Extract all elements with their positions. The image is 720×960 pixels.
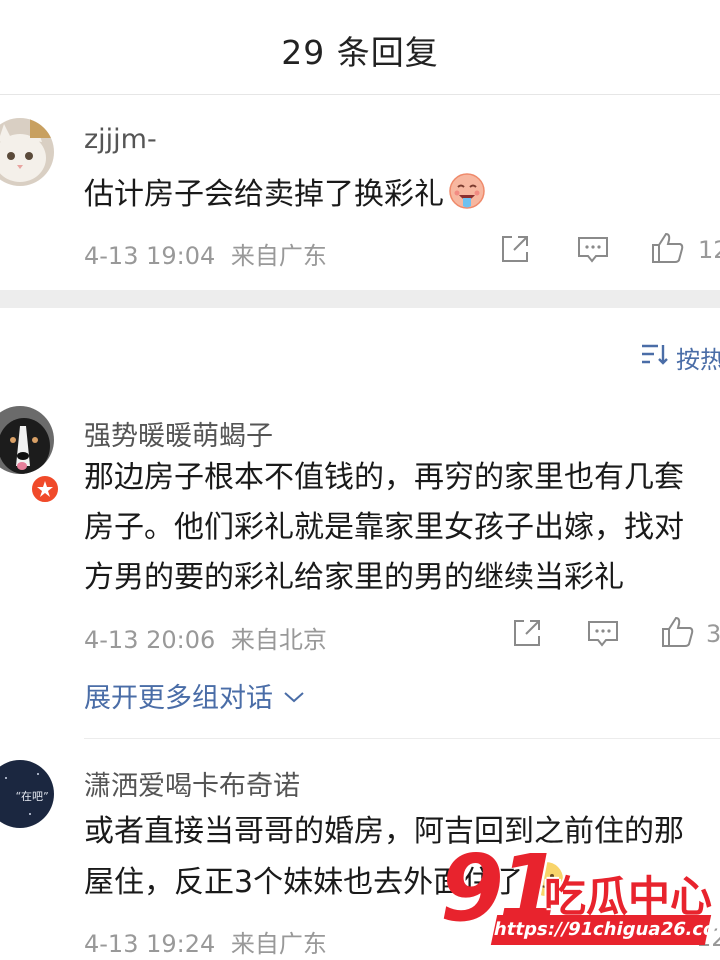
comment-time: 4-13 19:04 <box>84 242 216 270</box>
avatar[interactable] <box>0 406 54 474</box>
comment-text-line: 方男的要的彩礼给家里的男的继续当彩礼 <box>84 560 624 595</box>
share-icon[interactable] <box>498 232 532 266</box>
comment-location: 来自广东 <box>230 930 327 958</box>
watermark-logo: 91 吃瓜中心 https://91chigua26.com <box>440 835 720 960</box>
like-icon[interactable] <box>660 614 694 648</box>
watermark-url: https://91chigua26.com <box>490 915 720 945</box>
sort-icon <box>640 342 668 372</box>
expand-conversation-link[interactable]: 展开更多组对话 <box>84 676 305 715</box>
comment-time: 4-13 20:06 <box>84 626 216 654</box>
comment-icon[interactable] <box>586 616 620 650</box>
sort-label: 按热 <box>676 345 720 374</box>
comment-meta: 4-13 19:04 来自广东 <box>84 236 327 271</box>
comment-text-line: 那边房子根本不值钱的，再穷的家里也有几套 <box>84 460 684 495</box>
avatar[interactable]: “在吧” <box>0 760 54 828</box>
avatar[interactable] <box>0 118 54 186</box>
comment-text-content: 估计房子会给卖掉了换彩礼 <box>84 177 444 212</box>
section-divider <box>0 290 720 308</box>
comment-text-line: 房子。他们彩礼就是靠家里女孩子出嫁，找对 <box>84 510 684 545</box>
expand-label: 展开更多组对话 <box>84 683 273 714</box>
comment-text: 估计房子会给卖掉了换彩礼 <box>84 172 486 217</box>
comment-username[interactable]: zjjjm- <box>84 124 157 155</box>
like-count: 12 <box>698 236 720 264</box>
comment-icon[interactable] <box>576 232 610 266</box>
avatar-text: “在吧” <box>15 790 48 803</box>
reply-page: 29 条回复 zjjjm- 估计房子会给卖掉了换彩礼 4-13 19:04 来自… <box>0 0 720 960</box>
comment-meta: 4-13 19:24 来自广东 <box>84 924 327 959</box>
page-title: 29 条回复 <box>281 33 439 72</box>
hot-face-emoji-icon <box>448 172 486 210</box>
chevron-down-icon <box>283 680 305 711</box>
like-icon[interactable] <box>650 230 684 264</box>
comment-meta: 4-13 20:06 来自北京 <box>84 620 327 655</box>
comment-location: 来自北京 <box>230 626 327 654</box>
comment-username[interactable]: 潇洒爱喝卡布奇诺 <box>84 764 300 803</box>
header-bar: 29 条回复 <box>0 0 720 95</box>
comment-location: 来自广东 <box>230 242 327 270</box>
like-count: 3 <box>706 620 720 648</box>
comment-username[interactable]: 强势暖暖萌蝎子 <box>84 414 273 453</box>
divider <box>84 738 720 739</box>
verified-badge-icon <box>30 474 60 504</box>
comment-time: 4-13 19:24 <box>84 930 216 958</box>
sort-button[interactable]: 按热 <box>640 340 720 374</box>
share-icon[interactable] <box>510 616 544 650</box>
